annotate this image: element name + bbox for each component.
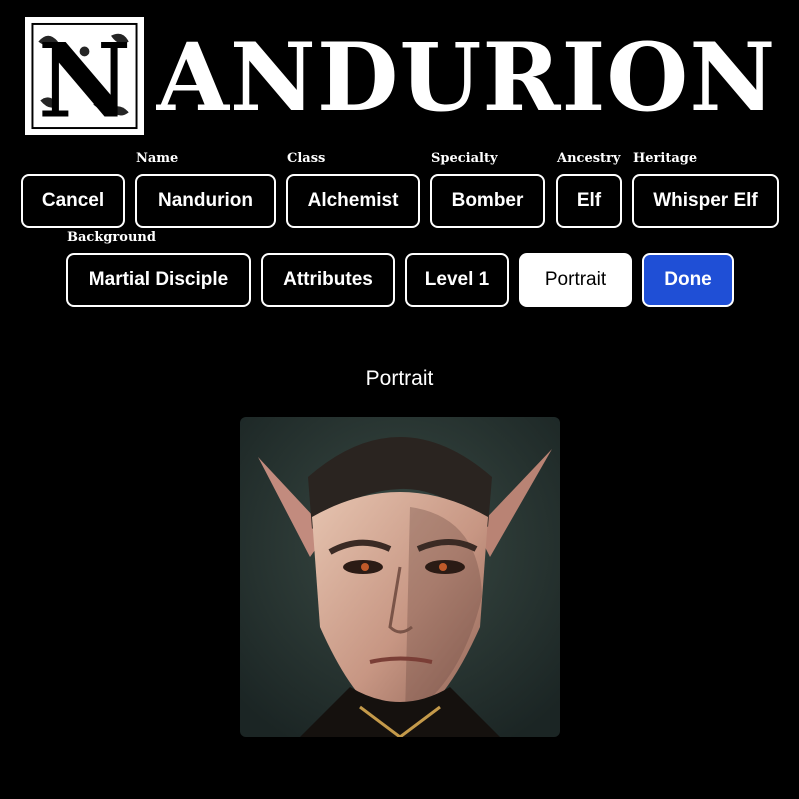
class-button[interactable]: Alchemist: [286, 174, 420, 228]
class-label: Class: [287, 151, 326, 166]
background-label: Background: [67, 230, 156, 245]
elf-portrait-image: [240, 417, 560, 737]
portrait-tab-button[interactable]: Portrait: [519, 253, 632, 307]
app-header: N ANDURION: [0, 0, 799, 145]
specialty-label: Specialty: [431, 151, 498, 166]
character-portrait[interactable]: [240, 417, 560, 737]
illuminated-letter-n-icon: N: [30, 22, 139, 130]
svg-text:N: N: [38, 22, 131, 130]
attributes-button[interactable]: Attributes: [261, 253, 395, 307]
done-button[interactable]: Done: [642, 253, 734, 307]
heritage-button[interactable]: Whisper Elf: [632, 174, 779, 228]
ancestry-button[interactable]: Elf: [556, 174, 622, 228]
ancestry-label: Ancestry: [557, 151, 621, 166]
specialty-button[interactable]: Bomber: [430, 174, 545, 228]
name-button[interactable]: Nandurion: [135, 174, 276, 228]
background-button[interactable]: Martial Disciple: [66, 253, 251, 307]
logo-illuminated-initial: N: [25, 17, 144, 135]
name-label: Name: [136, 151, 179, 166]
app-title: ANDURION: [156, 28, 777, 128]
cancel-button[interactable]: Cancel: [21, 174, 125, 228]
section-title: Portrait: [365, 367, 434, 390]
level-button[interactable]: Level 1: [405, 253, 509, 307]
heritage-label: Heritage: [633, 151, 698, 166]
